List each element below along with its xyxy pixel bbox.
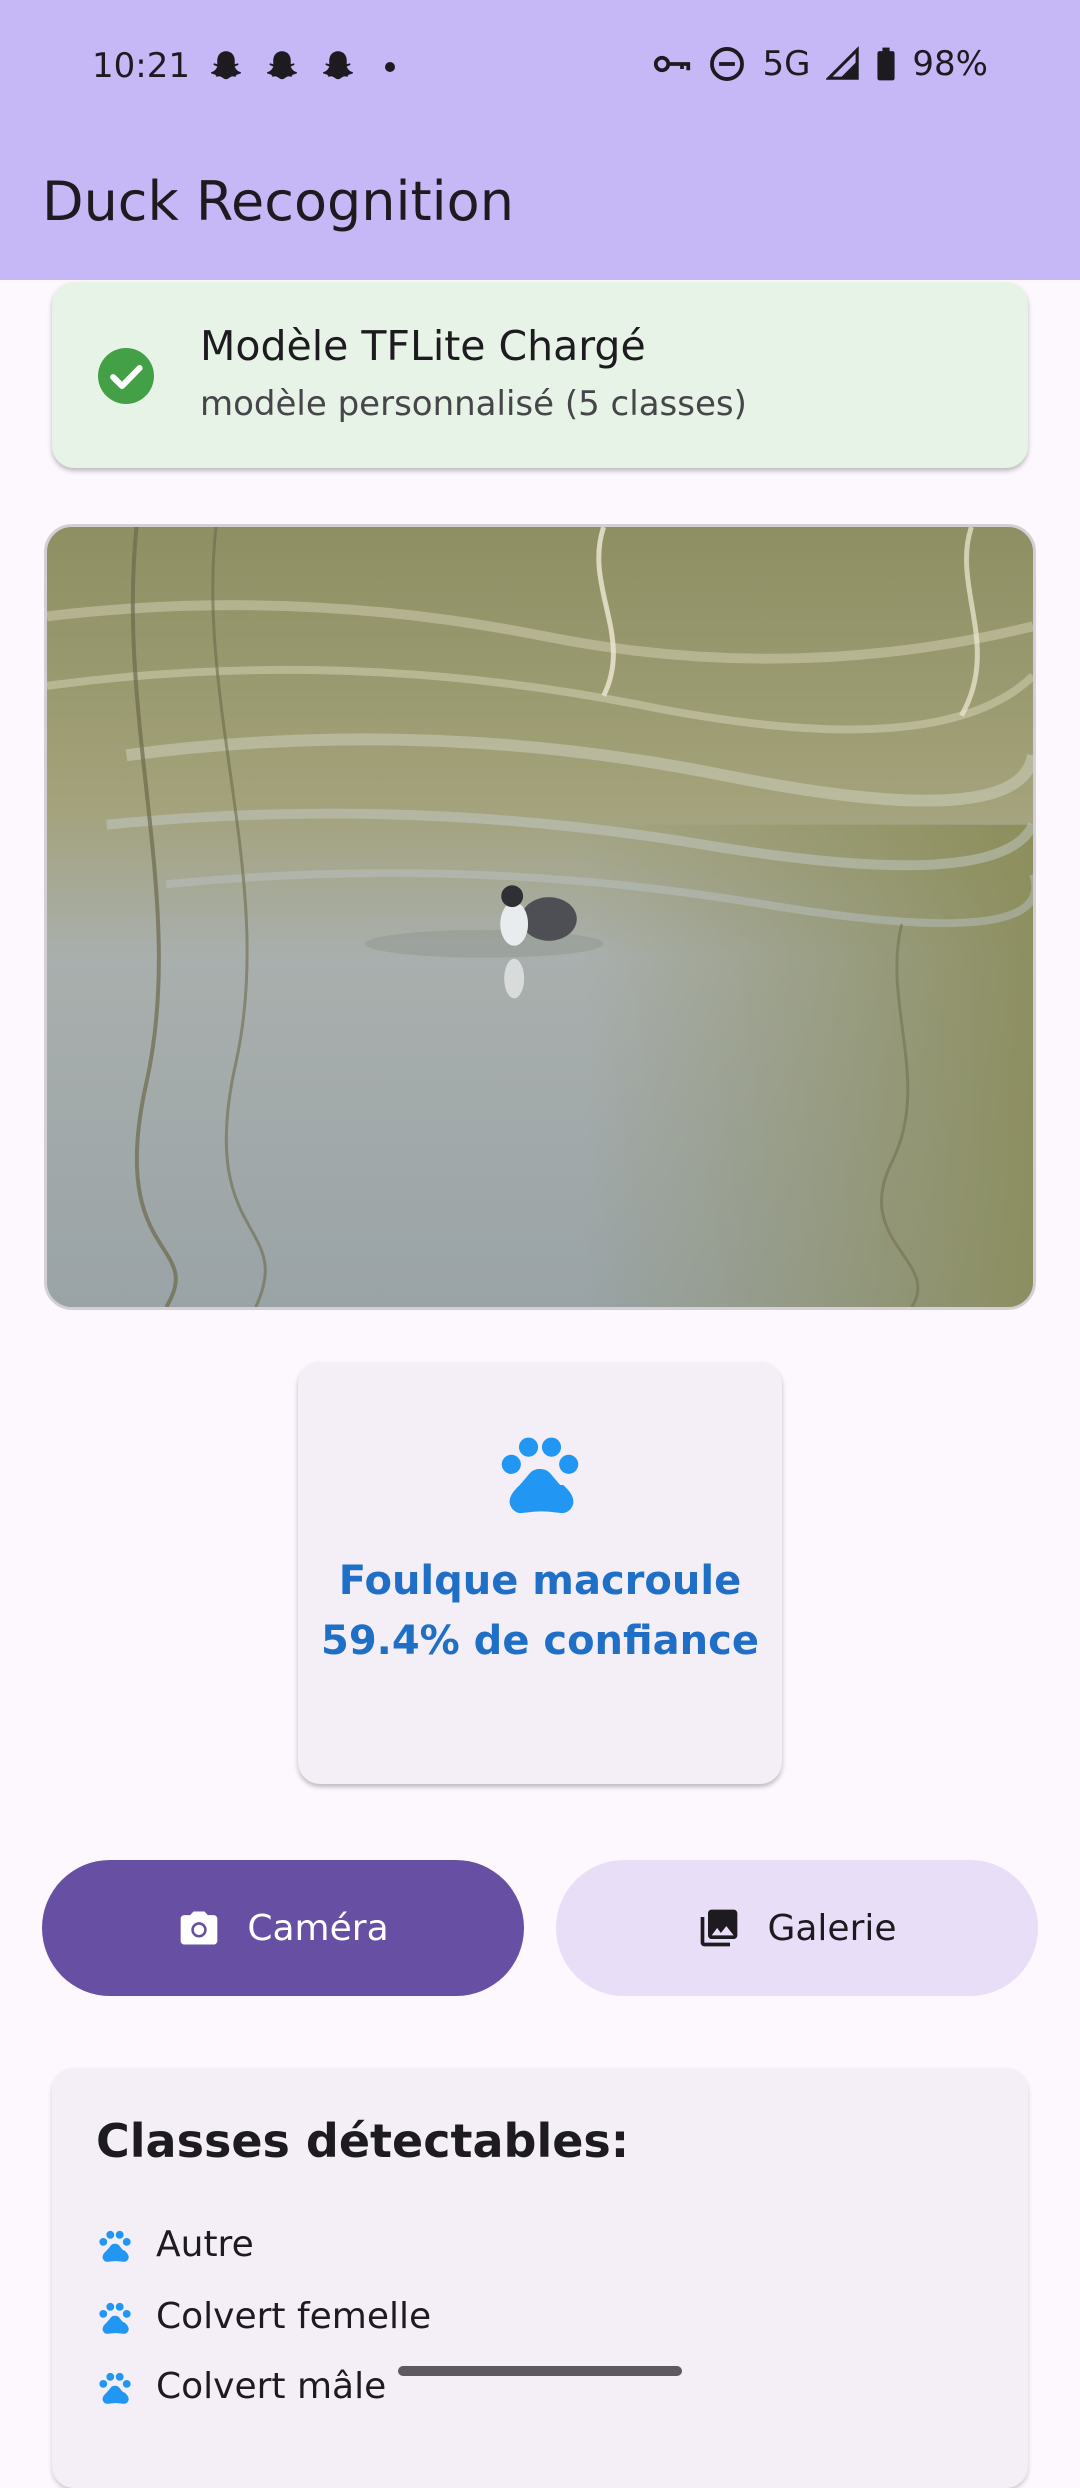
model-status-subtitle: modèle personnalisé (5 classes) xyxy=(200,384,747,424)
check-circle-icon xyxy=(98,348,154,404)
paw-icon xyxy=(99,2230,131,2262)
paw-icon xyxy=(99,2372,131,2404)
gesture-navigation-bar[interactable] xyxy=(398,2366,682,2376)
class-label: Colvert mâle xyxy=(156,2366,387,2407)
vpn-key-icon xyxy=(654,55,691,73)
list-item: Colvert femelle xyxy=(96,2296,431,2337)
paw-icon xyxy=(501,1437,579,1514)
notification-icons xyxy=(205,46,395,88)
app-bar: Duck Recognition xyxy=(0,134,1080,280)
prediction-result-card: Foulque macroule 59.4% de confiance xyxy=(298,1362,782,1784)
status-bar: 10:21 5G 98% xyxy=(0,0,1080,134)
paw-icon xyxy=(99,2302,131,2334)
camera-button-label: Caméra xyxy=(247,1907,389,1949)
system-status-icons: 5G 98% xyxy=(652,44,988,84)
class-label: Colvert femelle xyxy=(156,2296,432,2337)
snapchat-icon xyxy=(322,51,354,80)
battery-percent: 98% xyxy=(912,44,988,84)
camera-button[interactable]: Caméra xyxy=(42,1860,524,1996)
gallery-button-label: Galerie xyxy=(767,1907,897,1949)
prediction-confidence: 59.4% de confiance xyxy=(320,1618,759,1664)
detectable-classes-card: Classes détectables: Autre Colvert femel… xyxy=(52,2068,1028,2488)
list-item: Autre xyxy=(96,2224,254,2265)
camera-icon xyxy=(181,1911,218,1945)
snapchat-icon xyxy=(266,51,298,80)
predicted-species: Foulque macroule xyxy=(338,1558,742,1604)
classes-title: Classes détectables: xyxy=(96,2114,630,2168)
model-status-card: Modèle TFLite Chargé modèle personnalisé… xyxy=(52,282,1028,468)
dot-icon xyxy=(385,62,395,72)
signal-icon xyxy=(826,46,860,80)
model-status-title: Modèle TFLite Chargé xyxy=(200,322,646,370)
do-not-disturb-icon xyxy=(710,47,745,81)
app-title: Duck Recognition xyxy=(42,170,514,233)
network-type: 5G xyxy=(762,44,811,84)
status-time: 10:21 xyxy=(92,46,190,86)
photo-library-icon xyxy=(701,1909,738,1947)
list-item: Colvert mâle xyxy=(96,2366,386,2407)
gallery-button[interactable]: Galerie xyxy=(556,1860,1038,1996)
pond-photo-image xyxy=(47,527,1033,1307)
selected-photo xyxy=(44,524,1036,1310)
snapchat-icon xyxy=(210,51,242,80)
battery-icon xyxy=(877,47,895,81)
class-label: Autre xyxy=(156,2224,254,2265)
